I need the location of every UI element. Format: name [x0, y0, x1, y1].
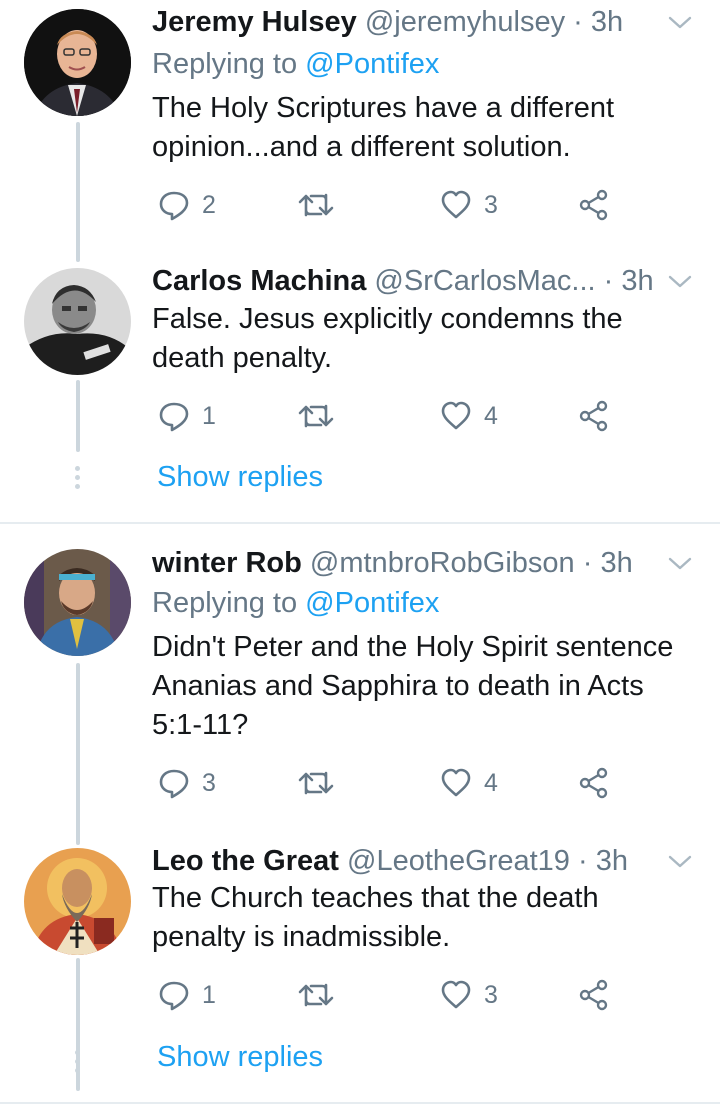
avatar[interactable]: [24, 9, 131, 116]
reply-icon: [159, 981, 189, 1011]
like-button[interactable]: 3: [440, 975, 498, 1015]
share-button[interactable]: [578, 396, 610, 436]
retweet-button[interactable]: [298, 975, 334, 1015]
tweet-actions: 2 3: [152, 185, 622, 225]
thread-line: [76, 663, 80, 845]
share-button[interactable]: [578, 763, 610, 803]
tweet-actions: 1 4: [152, 396, 622, 436]
share-icon: [579, 400, 608, 432]
more-replies-dots: [75, 466, 81, 493]
user-handle[interactable]: @mtnbroRobGibson: [310, 547, 575, 579]
retweet-icon: [298, 193, 334, 217]
like-count: 3: [484, 980, 498, 1009]
like-count: 3: [484, 190, 498, 219]
reply-count: 3: [202, 768, 216, 797]
reply-button[interactable]: 2: [158, 185, 216, 225]
tweet-text: False. Jesus explicitly condemns the dea…: [152, 303, 623, 374]
tweet-header: Carlos Machina @SrCarlosMac... · 3h: [152, 264, 654, 298]
heart-icon: [441, 401, 471, 430]
mention-link[interactable]: @Pontifex: [305, 48, 439, 80]
reply-count: 2: [202, 190, 216, 219]
avatar[interactable]: [24, 848, 131, 955]
retweet-button[interactable]: [298, 763, 334, 803]
like-button[interactable]: 4: [440, 396, 498, 436]
share-icon: [579, 189, 608, 221]
display-name[interactable]: winter Rob: [152, 547, 302, 579]
display-name[interactable]: Leo the Great: [152, 845, 339, 877]
reply-count: 1: [202, 401, 216, 430]
chevron-down-icon[interactable]: [666, 553, 694, 573]
replying-to: Replying to @Pontifex: [152, 586, 439, 620]
user-handle[interactable]: @jeremyhulsey: [365, 6, 565, 38]
share-button[interactable]: [578, 975, 610, 1015]
mention-link[interactable]: @Pontifex: [305, 587, 439, 619]
heart-icon: [441, 190, 471, 219]
retweet-icon: [298, 771, 334, 795]
tweet-header: Jeremy Hulsey @jeremyhulsey · 3h: [152, 5, 623, 39]
timestamp[interactable]: 3h: [621, 265, 653, 297]
tweet-actions: 1 3: [152, 975, 622, 1015]
display-name[interactable]: Carlos Machina: [152, 265, 366, 297]
user-handle[interactable]: @LeotheGreat19: [347, 845, 570, 877]
tweet-actions: 3 4: [152, 763, 622, 803]
reply-icon: [159, 402, 189, 432]
tweet-text: The Holy Scriptures have a different opi…: [152, 92, 615, 163]
retweet-icon: [298, 404, 334, 428]
tweet-text: The Church teaches that the death penalt…: [152, 882, 599, 953]
reply-icon: [159, 191, 189, 221]
conversation-divider: [0, 522, 720, 524]
separator-dot: ·: [573, 6, 583, 38]
tweet-header: Leo the Great @LeotheGreat19 · 3h: [152, 844, 628, 878]
like-count: 4: [484, 768, 498, 797]
reply-button[interactable]: 1: [158, 396, 216, 436]
separator-dot: ·: [578, 845, 588, 877]
like-count: 4: [484, 401, 498, 430]
separator-dot: ·: [582, 547, 593, 579]
heart-icon: [441, 768, 471, 797]
share-button[interactable]: [578, 185, 610, 225]
separator-dot: ·: [603, 265, 614, 297]
timestamp[interactable]: 3h: [596, 845, 628, 877]
tweet-text: Didn't Peter and the Holy Spirit sentenc…: [152, 631, 674, 741]
timestamp[interactable]: 3h: [591, 6, 623, 38]
replying-to-label: Replying to: [152, 587, 298, 619]
reply-icon: [159, 769, 189, 799]
avatar[interactable]: [24, 549, 131, 656]
share-icon: [579, 767, 608, 799]
avatar[interactable]: [24, 268, 131, 375]
show-replies-link[interactable]: Show replies: [157, 1041, 323, 1074]
more-replies-dots: [75, 1050, 81, 1077]
like-button[interactable]: 3: [440, 185, 498, 225]
show-replies-link[interactable]: Show replies: [157, 461, 323, 494]
replying-to: Replying to @Pontifex: [152, 47, 439, 81]
user-handle[interactable]: @SrCarlosMac...: [374, 265, 595, 297]
thread-line: [76, 122, 80, 262]
replying-to-label: Replying to: [152, 48, 298, 80]
share-icon: [579, 979, 608, 1011]
timestamp[interactable]: 3h: [600, 547, 632, 579]
like-button[interactable]: 4: [440, 763, 498, 803]
retweet-icon: [298, 983, 334, 1007]
retweet-button[interactable]: [298, 185, 334, 225]
tweet-header: winter Rob @mtnbroRobGibson · 3h: [152, 546, 633, 580]
reply-count: 1: [202, 980, 216, 1009]
chevron-down-icon[interactable]: [666, 851, 694, 871]
conversation-divider: [0, 1102, 720, 1104]
chevron-down-icon[interactable]: [666, 271, 694, 291]
retweet-button[interactable]: [298, 396, 334, 436]
display-name[interactable]: Jeremy Hulsey: [152, 6, 357, 38]
reply-button[interactable]: 1: [158, 975, 216, 1015]
reply-button[interactable]: 3: [158, 763, 216, 803]
thread-line: [76, 380, 80, 452]
heart-icon: [441, 980, 471, 1009]
chevron-down-icon[interactable]: [666, 12, 694, 32]
